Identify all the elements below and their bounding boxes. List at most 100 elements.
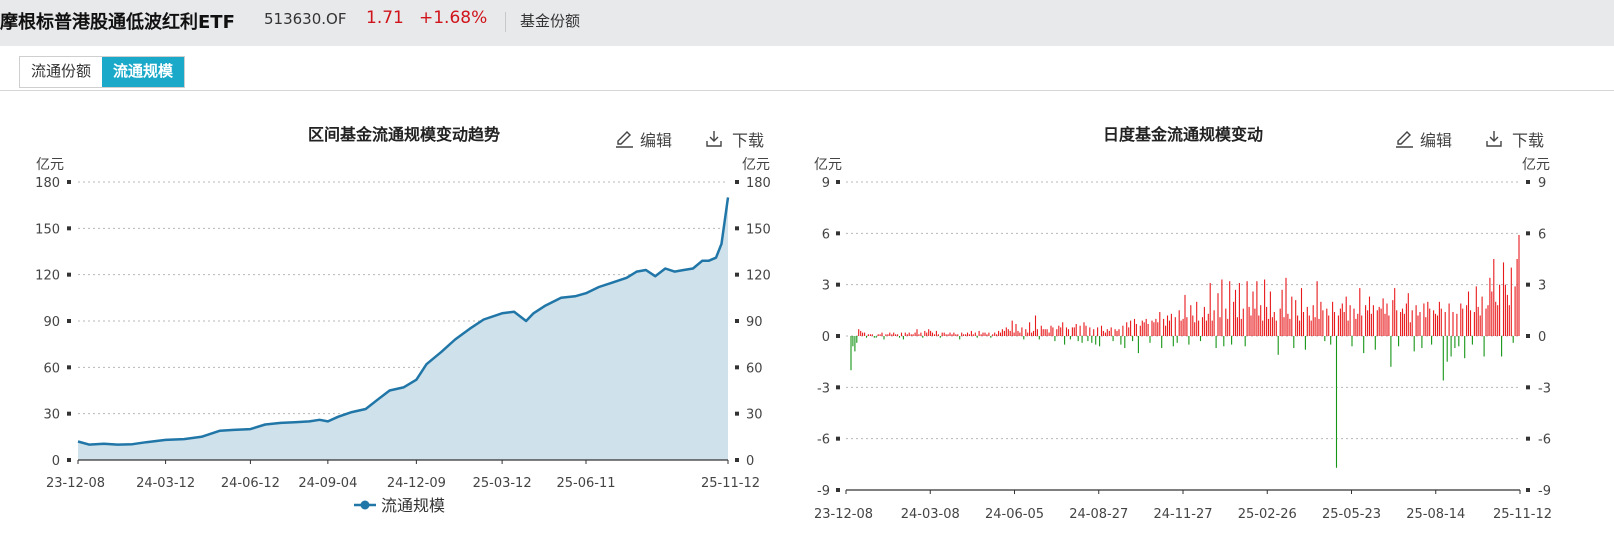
y-tick-mark xyxy=(735,458,739,462)
download-label: 下载 xyxy=(732,131,764,150)
x-tick-label: 23-12-08 xyxy=(46,476,105,491)
chart-scale-trend: 区间基金流通规模变动趋势 编辑 下载 亿元 亿元 0 0 30 30 60 60 90 90 1… xyxy=(35,125,771,515)
y-tick-label-left: 90 xyxy=(43,315,60,330)
tab-group: 流通份额 流通规模 xyxy=(19,56,186,88)
x-tick-label: 24-09-04 xyxy=(298,476,357,491)
y-tick-mark xyxy=(836,282,840,287)
y-tick-label-left: 150 xyxy=(35,222,60,237)
y-tick-mark xyxy=(1526,488,1530,492)
edit-button[interactable]: 编辑 xyxy=(616,131,672,150)
y-tick-mark xyxy=(1526,334,1530,338)
y-tick-mark xyxy=(1526,180,1530,184)
tab-circulating-shares[interactable]: 流通份额 xyxy=(20,57,103,87)
y-tick-label-right: 0 xyxy=(1538,330,1546,345)
y-tick-mark xyxy=(67,365,71,370)
fund-price: 1.71 xyxy=(366,8,404,28)
legend-label: 流通规模 xyxy=(381,496,445,515)
x-tick-label: 24-12-09 xyxy=(387,476,446,491)
y-tick-label-right: 0 xyxy=(746,454,754,469)
y-tick-mark xyxy=(67,226,71,231)
y-axis-unit-right: 亿元 xyxy=(742,157,770,173)
x-tick-label: 24-11-27 xyxy=(1153,507,1212,522)
x-tick-label: 25-11-12 xyxy=(701,476,760,491)
download-button[interactable]: 下载 xyxy=(1486,131,1544,150)
y-tick-mark xyxy=(735,319,739,323)
y-axis-unit-left: 亿元 xyxy=(814,157,842,173)
y-tick-label-left: 60 xyxy=(43,361,60,376)
y-tick-mark xyxy=(735,411,739,416)
download-label: 下载 xyxy=(1512,131,1544,150)
download-button[interactable]: 下载 xyxy=(706,131,764,150)
fund-change-pct: +1.68% xyxy=(419,8,488,28)
legend-dot-marker xyxy=(360,500,370,510)
fund-name: 摩根标普港股通低波红利ETF xyxy=(0,12,235,33)
x-tick-label: 25-03-12 xyxy=(473,476,532,491)
y-tick-label-right: 30 xyxy=(746,408,763,423)
y-tick-label-right: -9 xyxy=(1538,484,1551,499)
header-divider xyxy=(505,12,506,32)
y-tick-label-left: 30 xyxy=(43,408,60,423)
y-tick-mark xyxy=(67,319,71,323)
x-tick-label: 24-06-12 xyxy=(221,476,280,491)
header-bar: 摩根标普港股通低波红利ETF 513630.OF 1.71 +1.68% 基金份… xyxy=(0,0,1614,46)
y-tick-mark xyxy=(67,272,71,277)
area-fill xyxy=(78,197,728,460)
y-tick-mark xyxy=(1526,282,1530,287)
pencil-icon xyxy=(616,131,633,148)
chart-daily-scale-change: 日度基金流通规模变动 编辑 下载 亿元 亿元 -9 -9 -6 -6 -3 -3 0 0 3 3 6… xyxy=(814,125,1552,522)
y-tick-mark xyxy=(67,411,71,416)
y-tick-mark xyxy=(1526,231,1530,236)
x-tick-label: 25-05-23 xyxy=(1322,507,1381,522)
x-tick-label: 25-06-11 xyxy=(557,476,616,491)
x-tick-label: 24-06-05 xyxy=(985,507,1044,522)
y-tick-label-left: 180 xyxy=(35,176,60,191)
y-tick-label-right: 150 xyxy=(746,222,771,237)
y-tick-label-right: 9 xyxy=(1538,176,1546,191)
tab-circulating-scale[interactable]: 流通规模 xyxy=(102,57,185,87)
y-tick-mark xyxy=(836,334,840,338)
y-tick-label-right: 90 xyxy=(746,315,763,330)
y-tick-label-left: -9 xyxy=(817,484,830,499)
share-label[interactable]: 基金份额 xyxy=(520,10,580,31)
y-tick-label-left: -6 xyxy=(817,433,830,448)
y-tick-mark xyxy=(735,272,739,277)
download-icon xyxy=(1486,131,1502,147)
y-tick-label-left: 3 xyxy=(822,279,830,294)
download-icon xyxy=(706,131,722,147)
y-tick-mark xyxy=(67,180,71,184)
y-tick-label-left: 0 xyxy=(822,330,830,345)
y-tick-mark xyxy=(836,180,840,184)
y-tick-label-right: -3 xyxy=(1538,381,1551,396)
y-tick-label-left: 120 xyxy=(35,269,60,284)
y-tick-mark xyxy=(836,436,840,441)
chart-title: 日度基金流通规模变动 xyxy=(1103,125,1263,144)
edit-button[interactable]: 编辑 xyxy=(1396,131,1452,150)
x-tick-label: 24-03-08 xyxy=(901,507,960,522)
edit-label: 编辑 xyxy=(1420,131,1452,150)
y-tick-label-left: 0 xyxy=(52,454,60,469)
y-tick-label-left: -3 xyxy=(817,381,830,396)
x-tick-label: 23-12-08 xyxy=(814,507,873,522)
y-tick-label-right: 180 xyxy=(746,176,771,191)
y-tick-mark xyxy=(836,488,840,492)
y-tick-mark xyxy=(67,458,71,462)
y-axis-unit-right: 亿元 xyxy=(1522,157,1550,173)
y-tick-label-right: 60 xyxy=(746,361,763,376)
y-tick-label-left: 9 xyxy=(822,176,830,191)
divider xyxy=(0,90,1614,91)
y-axis-unit-left: 亿元 xyxy=(36,157,64,173)
y-tick-mark xyxy=(836,231,840,236)
x-tick-label: 24-03-12 xyxy=(136,476,195,491)
edit-label: 编辑 xyxy=(640,131,672,150)
y-tick-label-right: 6 xyxy=(1538,227,1546,242)
legend[interactable]: 流通规模 xyxy=(354,496,445,515)
y-tick-mark xyxy=(735,365,739,370)
chart-title: 区间基金流通规模变动趋势 xyxy=(308,125,500,144)
y-tick-label-right: 3 xyxy=(1538,279,1546,294)
y-tick-mark xyxy=(735,180,739,184)
y-tick-mark xyxy=(836,385,840,390)
y-tick-mark xyxy=(1526,385,1530,390)
pencil-icon xyxy=(1396,131,1413,148)
x-tick-label: 25-08-14 xyxy=(1406,507,1465,522)
fund-code: 513630.OF xyxy=(264,10,347,28)
